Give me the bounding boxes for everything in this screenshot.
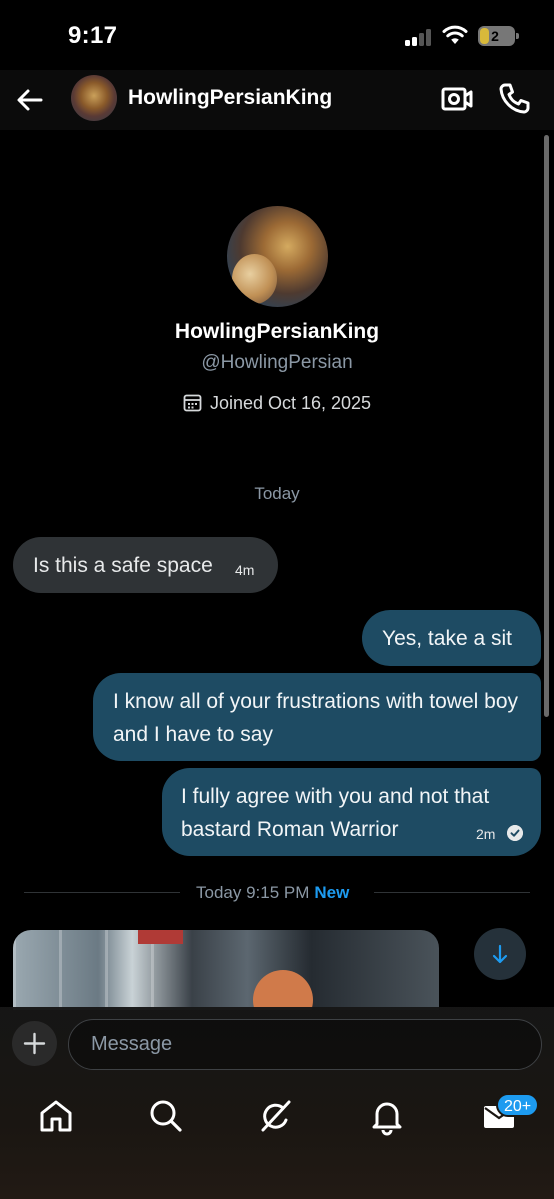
back-arrow-icon[interactable] (12, 82, 48, 118)
arrow-down-icon (492, 944, 508, 964)
grok-icon[interactable] (256, 1096, 296, 1136)
message-text: Is this a safe space (33, 554, 213, 577)
phone-call-icon[interactable] (496, 80, 532, 116)
header-avatar[interactable] (71, 75, 117, 121)
calendar-icon (183, 394, 202, 412)
profile-name[interactable]: HowlingPersianKing (0, 320, 554, 344)
profile-handle: @HowlingPersian (201, 352, 353, 373)
search-icon[interactable] (146, 1096, 186, 1136)
message-bubble-outgoing[interactable]: Yes, take a sit (362, 610, 541, 666)
message-timestamp: 4m (235, 562, 255, 578)
header-username[interactable]: HowlingPersianKing (128, 86, 332, 110)
add-attachment-button[interactable] (12, 1021, 57, 1066)
media-attachment[interactable] (13, 930, 439, 1010)
scrollbar[interactable] (544, 135, 549, 717)
read-check-icon (507, 825, 523, 841)
message-timestamp: 2m (476, 826, 496, 842)
profile-joined: Joined Oct 16, 2025 (0, 393, 554, 414)
notifications-icon[interactable] (367, 1096, 407, 1136)
new-messages-divider: Today 9:15 PM New (24, 879, 530, 907)
video-call-icon[interactable] (440, 82, 474, 116)
message-text: I fully agree with you and not that bast… (181, 785, 490, 841)
day-separator: Today (254, 484, 300, 503)
new-label: New (314, 883, 350, 902)
home-icon[interactable] (36, 1096, 76, 1136)
profile-avatar[interactable] (227, 206, 328, 307)
joined-date: Joined Oct 16, 2025 (209, 393, 372, 413)
conversation-header: HowlingPersianKing (0, 70, 554, 130)
battery-level: 2 (491, 28, 499, 44)
message-bubble-outgoing[interactable]: I fully agree with you and not that bast… (162, 768, 541, 856)
cellular-signal-icon (405, 28, 433, 46)
message-input[interactable] (68, 1019, 542, 1070)
divider-time: Today 9:15 PM (196, 883, 310, 902)
message-bubble-incoming[interactable]: Is this a safe space 4m (13, 537, 278, 593)
wifi-icon (442, 25, 468, 44)
message-text: Yes, take a sit (382, 627, 512, 650)
messages-badge: 20+ (496, 1093, 540, 1117)
plus-icon (23, 1032, 46, 1055)
scroll-to-bottom-button[interactable] (474, 928, 526, 980)
status-time: 9:17 (68, 22, 118, 49)
battery-icon: 2 (478, 26, 519, 46)
message-bubble-outgoing[interactable]: I know all of your frustrations with tow… (93, 673, 541, 761)
status-bar: 9:17 2 (0, 0, 554, 70)
message-text: I know all of your frustrations with tow… (113, 690, 519, 746)
